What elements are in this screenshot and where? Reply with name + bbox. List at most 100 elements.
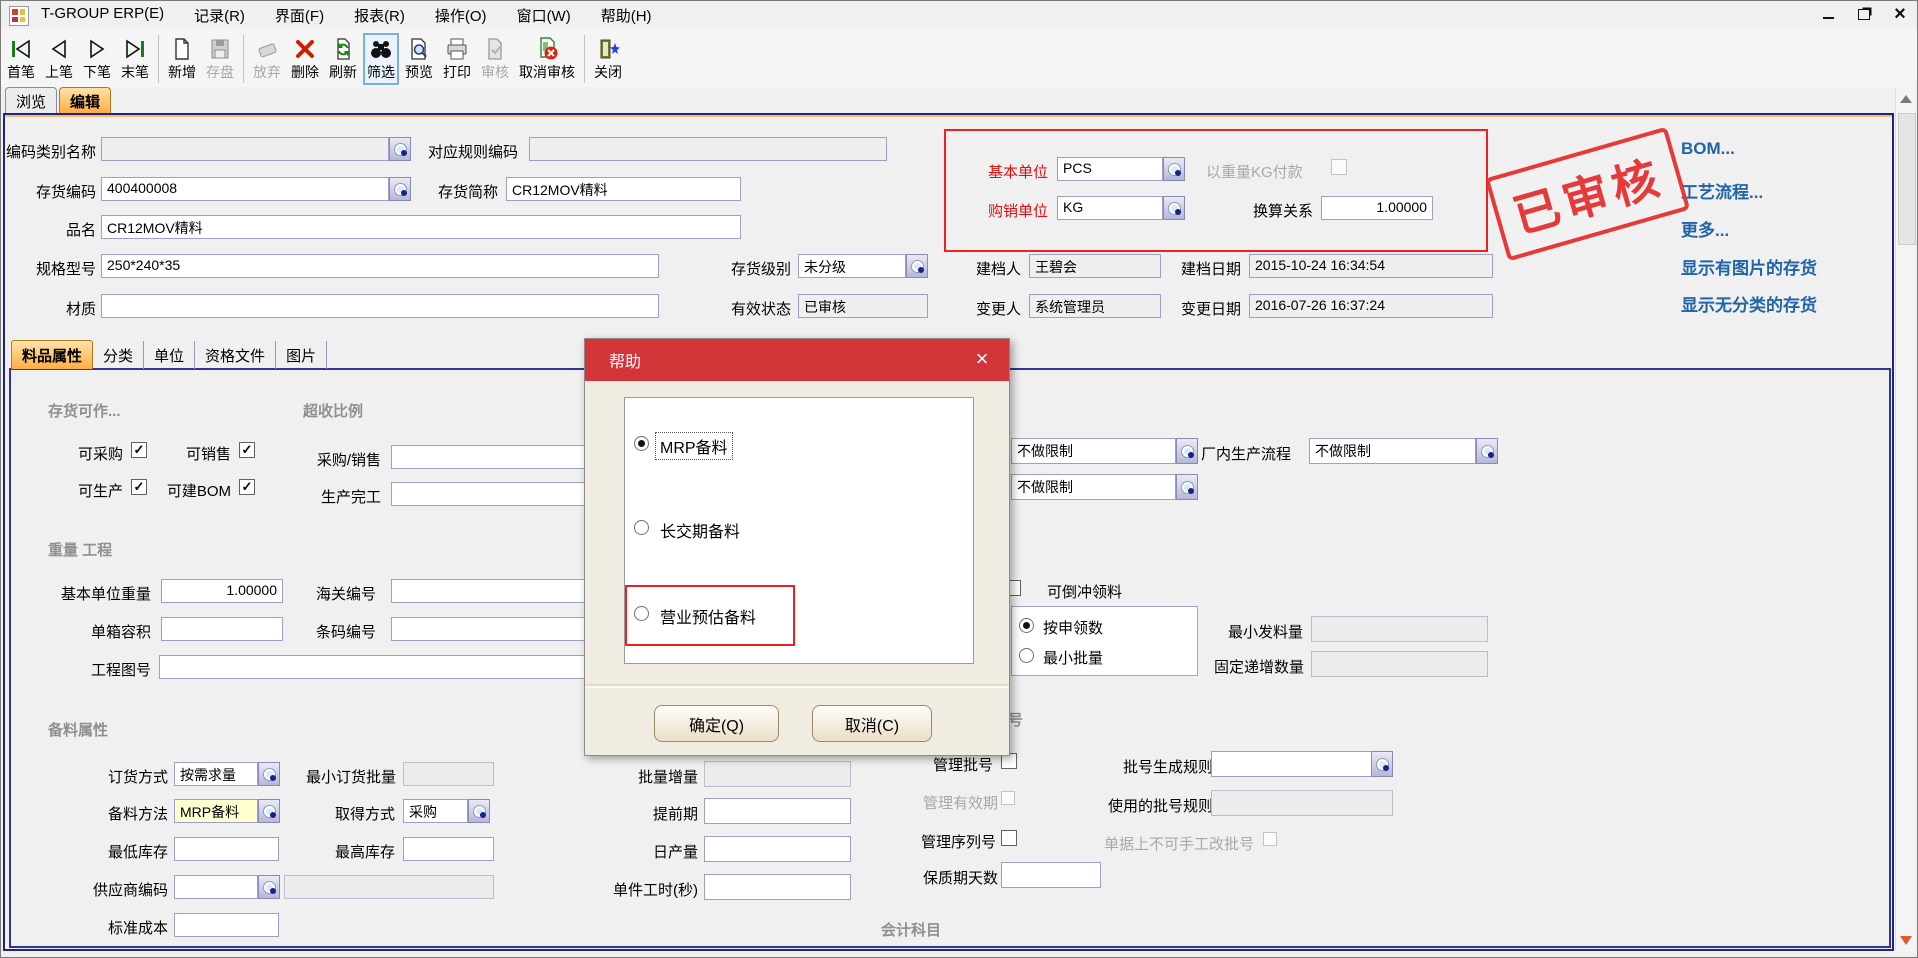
restriction-1-lookup-button[interactable] — [1176, 438, 1198, 464]
by-application-radio[interactable] — [1019, 618, 1034, 633]
refresh-button[interactable]: 刷新 — [325, 33, 361, 85]
tab-unit[interactable]: 单位 — [144, 341, 195, 369]
base-unit-field[interactable]: PCS — [1057, 157, 1163, 181]
unit-weight-field[interactable]: 1.00000 — [161, 579, 283, 603]
sales-forecast-prep-option[interactable]: 营业预估备料 — [660, 604, 756, 628]
max-stock-field[interactable] — [403, 837, 494, 861]
acquire-mode-field[interactable]: 采购 — [403, 799, 468, 823]
daily-output-field[interactable] — [704, 836, 851, 862]
drawing-number-field[interactable] — [159, 655, 593, 679]
first-record-button[interactable]: 首笔 — [3, 33, 39, 85]
purchasable-checkbox[interactable]: ✓ — [131, 442, 147, 458]
prep-method-lookup-button[interactable] — [258, 799, 280, 823]
material-field[interactable] — [101, 294, 659, 318]
tab-classification[interactable]: 分类 — [93, 341, 144, 369]
spec-field[interactable]: 250*240*35 — [101, 254, 659, 278]
show-with-picture-link[interactable]: 显示有图片的存货 — [1681, 254, 1817, 279]
more-link[interactable]: 更多... — [1681, 216, 1729, 241]
scroll-up-arrow[interactable] — [1900, 95, 1912, 103]
tab-qualification-files[interactable]: 资格文件 — [195, 341, 276, 369]
inv-short-field[interactable]: CR12MOV精料 — [506, 177, 741, 201]
name-field[interactable]: CR12MOV精料 — [101, 215, 741, 239]
order-mode-lookup-button[interactable] — [258, 762, 280, 786]
acquire-mode-lookup-button[interactable] — [468, 799, 490, 823]
menu-report[interactable]: 报表(R) — [354, 5, 405, 26]
ok-button[interactable]: 确定(Q) — [654, 705, 779, 742]
sales-forecast-prep-radio[interactable] — [634, 606, 649, 621]
inv-code-field[interactable]: 400400008 — [101, 177, 389, 201]
close-window-button[interactable]: × — [1889, 4, 1911, 24]
next-record-button[interactable]: 下笔 — [79, 33, 115, 85]
level-field[interactable]: 未分级 — [798, 254, 906, 278]
audit-button[interactable]: 审核 — [477, 33, 513, 85]
long-lead-prep-radio[interactable] — [634, 520, 649, 535]
std-cost-field[interactable] — [174, 913, 279, 937]
minimize-button[interactable] — [1817, 4, 1839, 24]
cancel-audit-button[interactable]: 取消审核 — [515, 33, 579, 85]
help-dialog-close-button[interactable]: × — [969, 347, 995, 373]
can-build-bom-checkbox[interactable]: ✓ — [239, 479, 255, 495]
prep-method-field[interactable]: MRP备料 — [174, 799, 258, 823]
menu-record[interactable]: 记录(R) — [194, 5, 245, 26]
trade-unit-field[interactable]: KG — [1057, 196, 1163, 220]
menu-operation[interactable]: 操作(O) — [435, 5, 487, 26]
tab-picture[interactable]: 图片 — [276, 341, 327, 369]
menu-window[interactable]: 窗口(W) — [517, 5, 571, 26]
over-purchase-sale-field[interactable] — [391, 445, 593, 469]
rule-code-field[interactable] — [529, 137, 887, 161]
close-button[interactable]: 关闭 — [590, 33, 626, 85]
scrollbar-thumb[interactable] — [1898, 113, 1916, 245]
menu-interface[interactable]: 界面(F) — [275, 5, 324, 26]
factory-flow-field[interactable]: 不做限制 — [1309, 438, 1476, 464]
save-button[interactable]: 存盘 — [202, 33, 238, 85]
delete-button[interactable]: 删除 — [287, 33, 323, 85]
mrp-prep-option[interactable]: MRP备料 — [656, 433, 732, 459]
restriction-field-2[interactable]: 不做限制 — [1011, 474, 1176, 500]
producible-checkbox[interactable]: ✓ — [131, 479, 147, 495]
process-flow-link[interactable]: 工艺流程... — [1681, 178, 1763, 203]
mrp-prep-radio[interactable] — [634, 436, 649, 451]
base-unit-lookup-button[interactable] — [1163, 157, 1185, 181]
supplier-lookup-button[interactable] — [258, 875, 280, 899]
level-lookup-button[interactable] — [906, 254, 928, 278]
lead-time-field[interactable] — [704, 798, 851, 824]
unit-work-seconds-field[interactable] — [704, 874, 851, 900]
barcode-field[interactable] — [391, 617, 593, 641]
tab-item-attributes[interactable]: 料品属性 — [11, 340, 93, 369]
bom-link[interactable]: BOM... — [1681, 139, 1735, 159]
abandon-button[interactable]: 放弃 — [249, 33, 285, 85]
new-button[interactable]: 新增 — [164, 33, 200, 85]
conversion-field[interactable]: 1.00000 — [1321, 196, 1433, 220]
factory-flow-lookup-button[interactable] — [1476, 438, 1498, 464]
restore-button[interactable] — [1853, 4, 1875, 24]
over-production-field[interactable] — [391, 482, 593, 506]
show-uncategorized-link[interactable]: 显示无分类的存货 — [1681, 291, 1817, 316]
tab-edit[interactable]: 编辑 — [59, 87, 111, 113]
trade-unit-lookup-button[interactable] — [1163, 196, 1185, 220]
code-category-lookup-button[interactable] — [389, 137, 411, 161]
batch-rule-lookup-button[interactable] — [1371, 751, 1393, 777]
manage-serial-checkbox[interactable] — [1001, 830, 1017, 846]
customs-code-field[interactable] — [391, 579, 593, 603]
shelf-days-field[interactable] — [1001, 862, 1101, 888]
print-button[interactable]: 打印 — [439, 33, 475, 85]
menu-help[interactable]: 帮助(H) — [601, 5, 652, 26]
code-category-field[interactable] — [101, 137, 389, 161]
restriction-field-1[interactable]: 不做限制 — [1011, 438, 1176, 464]
order-mode-field[interactable]: 按需求量 — [174, 762, 258, 786]
restriction-2-lookup-button[interactable] — [1176, 474, 1198, 500]
last-record-button[interactable]: 末笔 — [117, 33, 153, 85]
menu-app[interactable]: T-GROUP ERP(E) — [41, 5, 164, 26]
tab-browse[interactable]: 浏览 — [5, 87, 57, 113]
prev-record-button[interactable]: 上笔 — [41, 33, 77, 85]
long-lead-prep-option[interactable]: 长交期备料 — [660, 518, 740, 542]
min-stock-field[interactable] — [174, 837, 279, 861]
inv-code-lookup-button[interactable] — [389, 177, 411, 201]
supplier-code-field[interactable] — [174, 875, 258, 899]
sellable-checkbox[interactable]: ✓ — [239, 442, 255, 458]
scroll-down-arrow[interactable] — [1900, 936, 1912, 945]
box-volume-field[interactable] — [161, 617, 283, 641]
preview-button[interactable]: 预览 — [401, 33, 437, 85]
filter-button[interactable]: 筛选 — [363, 33, 399, 85]
min-batch-radio[interactable] — [1019, 648, 1034, 663]
